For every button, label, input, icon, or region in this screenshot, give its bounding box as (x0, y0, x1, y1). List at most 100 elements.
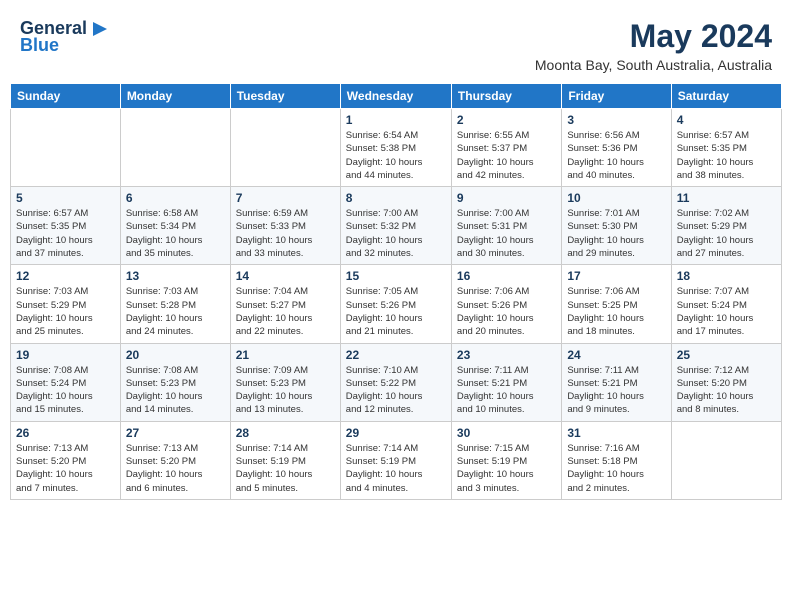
day-info: Sunrise: 7:03 AMSunset: 5:29 PMDaylight:… (16, 285, 115, 338)
day-info: Sunrise: 7:04 AMSunset: 5:27 PMDaylight:… (236, 285, 335, 338)
calendar-cell: 11Sunrise: 7:02 AMSunset: 5:29 PMDayligh… (671, 187, 781, 265)
calendar-cell: 4Sunrise: 6:57 AMSunset: 5:35 PMDaylight… (671, 109, 781, 187)
calendar-week-2: 5 Sunrise: 6:57 AMSunset: 5:35 PMDaylight… (11, 187, 782, 265)
day-info: Sunrise: 7:03 AMSunset: 5:28 PMDaylight:… (126, 285, 225, 338)
day-info: Sunrise: 7:00 AMSunset: 5:32 PMDaylight:… (346, 207, 446, 260)
day-info: Sunrise: 6:57 AMSunset: 5:35 PMDaylight:… (677, 129, 776, 182)
calendar-cell: 22 Sunrise: 7:10 AMSunset: 5:22 PMDayligh… (340, 343, 451, 421)
day-number: 13 (126, 269, 225, 283)
day-number: 20 (126, 348, 225, 362)
subtitle: Moonta Bay, South Australia, Australia (535, 57, 772, 73)
day-info: Sunrise: 6:58 AMSunset: 5:34 PMDaylight:… (126, 207, 225, 260)
day-number: 12 (16, 269, 115, 283)
day-number: 10 (567, 191, 665, 205)
day-info: Sunrise: 6:56 AMSunset: 5:36 PMDaylight:… (567, 129, 665, 182)
day-number: 28 (236, 426, 335, 440)
day-number: 21 (236, 348, 335, 362)
calendar-cell: 9 Sunrise: 7:00 AMSunset: 5:31 PMDaylight… (451, 187, 561, 265)
day-number: 22 (346, 348, 446, 362)
calendar-cell: 12 Sunrise: 7:03 AMSunset: 5:29 PMDayligh… (11, 265, 121, 343)
day-info: Sunrise: 7:12 AMSunset: 5:20 PMDaylight:… (677, 364, 776, 417)
calendar-cell: 5 Sunrise: 6:57 AMSunset: 5:35 PMDaylight… (11, 187, 121, 265)
page-header: General Blue May 2024 Moonta Bay, South … (10, 10, 782, 77)
day-info: Sunrise: 6:55 AMSunset: 5:37 PMDaylight:… (457, 129, 556, 182)
day-number: 6 (126, 191, 225, 205)
day-number: 29 (346, 426, 446, 440)
logo-blue: Blue (20, 35, 59, 56)
day-info: Sunrise: 7:01 AMSunset: 5:30 PMDaylight:… (567, 207, 665, 260)
col-header-thursday: Thursday (451, 84, 561, 109)
calendar-cell: 27 Sunrise: 7:13 AMSunset: 5:20 PMDayligh… (120, 421, 230, 499)
col-header-monday: Monday (120, 84, 230, 109)
day-number: 8 (346, 191, 446, 205)
day-info: Sunrise: 7:15 AMSunset: 5:19 PMDaylight:… (457, 442, 556, 495)
title-block: May 2024 Moonta Bay, South Australia, Au… (535, 18, 772, 73)
calendar-cell: 13 Sunrise: 7:03 AMSunset: 5:28 PMDayligh… (120, 265, 230, 343)
col-header-friday: Friday (562, 84, 671, 109)
day-number: 27 (126, 426, 225, 440)
calendar-cell: 8 Sunrise: 7:00 AMSunset: 5:32 PMDaylight… (340, 187, 451, 265)
day-info: Sunrise: 7:09 AMSunset: 5:23 PMDaylight:… (236, 364, 335, 417)
calendar-cell: 21 Sunrise: 7:09 AMSunset: 5:23 PMDayligh… (230, 343, 340, 421)
day-info: Sunrise: 7:08 AMSunset: 5:24 PMDaylight:… (16, 364, 115, 417)
day-number: 19 (16, 348, 115, 362)
calendar-cell: 14 Sunrise: 7:04 AMSunset: 5:27 PMDayligh… (230, 265, 340, 343)
calendar-cell: 19 Sunrise: 7:08 AMSunset: 5:24 PMDayligh… (11, 343, 121, 421)
calendar-cell: 16 Sunrise: 7:06 AMSunset: 5:26 PMDayligh… (451, 265, 561, 343)
day-info: Sunrise: 7:13 AMSunset: 5:20 PMDaylight:… (16, 442, 115, 495)
main-title: May 2024 (535, 18, 772, 55)
calendar-week-5: 26Sunrise: 7:13 AMSunset: 5:20 PMDayligh… (11, 421, 782, 499)
day-info: Sunrise: 7:00 AMSunset: 5:31 PMDaylight:… (457, 207, 556, 260)
day-info: Sunrise: 7:14 AMSunset: 5:19 PMDaylight:… (236, 442, 335, 495)
calendar-week-3: 12 Sunrise: 7:03 AMSunset: 5:29 PMDayligh… (11, 265, 782, 343)
col-header-sunday: Sunday (11, 84, 121, 109)
day-info: Sunrise: 7:16 AMSunset: 5:18 PMDaylight:… (567, 442, 665, 495)
day-number: 30 (457, 426, 556, 440)
day-info: Sunrise: 7:11 AMSunset: 5:21 PMDaylight:… (457, 364, 556, 417)
calendar-week-4: 19 Sunrise: 7:08 AMSunset: 5:24 PMDayligh… (11, 343, 782, 421)
calendar-cell (671, 421, 781, 499)
day-info: Sunrise: 7:06 AMSunset: 5:26 PMDaylight:… (457, 285, 556, 338)
calendar-cell: 25 Sunrise: 7:12 AMSunset: 5:20 PMDayligh… (671, 343, 781, 421)
day-info: Sunrise: 7:06 AMSunset: 5:25 PMDaylight:… (567, 285, 665, 338)
day-number: 7 (236, 191, 335, 205)
day-number: 23 (457, 348, 556, 362)
calendar-cell (230, 109, 340, 187)
day-number: 14 (236, 269, 335, 283)
calendar-cell: 1Sunrise: 6:54 AMSunset: 5:38 PMDaylight… (340, 109, 451, 187)
logo-arrow-icon (89, 20, 111, 38)
calendar-table: SundayMondayTuesdayWednesdayThursdayFrid… (10, 83, 782, 500)
calendar-cell: 3 Sunrise: 6:56 AMSunset: 5:36 PMDaylight… (562, 109, 671, 187)
day-number: 25 (677, 348, 776, 362)
calendar-cell: 17 Sunrise: 7:06 AMSunset: 5:25 PMDayligh… (562, 265, 671, 343)
day-number: 3 (567, 113, 665, 127)
day-info: Sunrise: 6:57 AMSunset: 5:35 PMDaylight:… (16, 207, 115, 260)
day-info: Sunrise: 7:13 AMSunset: 5:20 PMDaylight:… (126, 442, 225, 495)
day-number: 15 (346, 269, 446, 283)
calendar-cell: 10 Sunrise: 7:01 AMSunset: 5:30 PMDayligh… (562, 187, 671, 265)
day-info: Sunrise: 7:10 AMSunset: 5:22 PMDaylight:… (346, 364, 446, 417)
day-number: 11 (677, 191, 776, 205)
day-info: Sunrise: 7:14 AMSunset: 5:19 PMDaylight:… (346, 442, 446, 495)
calendar-cell (120, 109, 230, 187)
calendar-cell: 18Sunrise: 7:07 AMSunset: 5:24 PMDayligh… (671, 265, 781, 343)
day-info: Sunrise: 7:07 AMSunset: 5:24 PMDaylight:… (677, 285, 776, 338)
day-number: 31 (567, 426, 665, 440)
calendar-cell: 29 Sunrise: 7:14 AMSunset: 5:19 PMDayligh… (340, 421, 451, 499)
col-header-saturday: Saturday (671, 84, 781, 109)
calendar-header-row: SundayMondayTuesdayWednesdayThursdayFrid… (11, 84, 782, 109)
calendar-cell: 26Sunrise: 7:13 AMSunset: 5:20 PMDayligh… (11, 421, 121, 499)
day-info: Sunrise: 6:59 AMSunset: 5:33 PMDaylight:… (236, 207, 335, 260)
day-info: Sunrise: 7:08 AMSunset: 5:23 PMDaylight:… (126, 364, 225, 417)
day-number: 2 (457, 113, 556, 127)
day-number: 16 (457, 269, 556, 283)
day-info: Sunrise: 6:54 AMSunset: 5:38 PMDaylight:… (346, 129, 446, 182)
calendar-cell: 30 Sunrise: 7:15 AMSunset: 5:19 PMDayligh… (451, 421, 561, 499)
calendar-cell: 23 Sunrise: 7:11 AMSunset: 5:21 PMDayligh… (451, 343, 561, 421)
calendar-cell: 28 Sunrise: 7:14 AMSunset: 5:19 PMDayligh… (230, 421, 340, 499)
day-number: 17 (567, 269, 665, 283)
day-number: 5 (16, 191, 115, 205)
day-number: 24 (567, 348, 665, 362)
logo: General Blue (20, 18, 111, 56)
day-number: 9 (457, 191, 556, 205)
